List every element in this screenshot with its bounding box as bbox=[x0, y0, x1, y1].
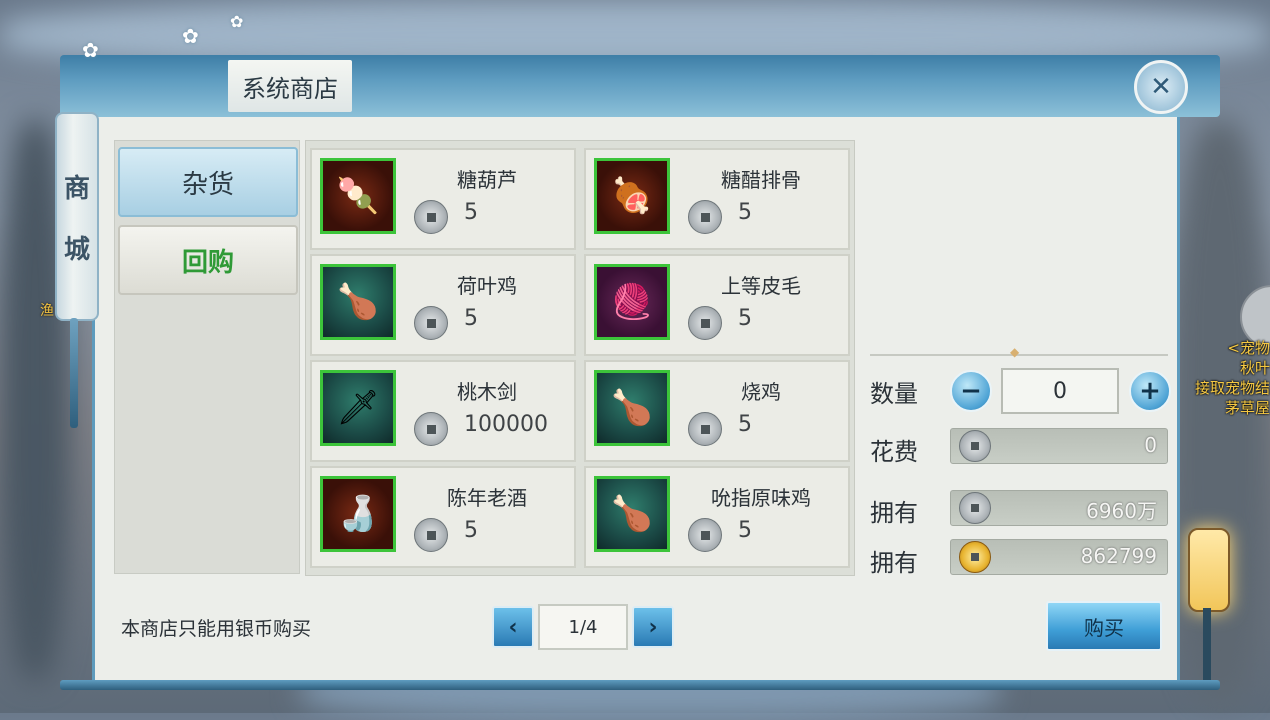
shop-item[interactable]: 🍡 糖葫芦 5 bbox=[310, 148, 576, 250]
quantity-increase-button[interactable]: + bbox=[1129, 370, 1171, 412]
page-number: 1/4 bbox=[568, 616, 598, 638]
shop-item[interactable]: 🍶 陈年老酒 5 bbox=[310, 466, 576, 568]
close-icon: ✕ bbox=[1150, 72, 1172, 102]
lotus-leaf-chicken-icon: 🍗 bbox=[320, 264, 396, 340]
peach-wood-sword-icon: 🗡 bbox=[320, 370, 396, 446]
shop-item[interactable]: 🍗 烧鸡 5 bbox=[584, 360, 850, 462]
item-name: 桃木剑 bbox=[457, 380, 517, 404]
buy-label: 购买 bbox=[1084, 615, 1124, 640]
item-price: 5 bbox=[464, 306, 478, 331]
silver-coin-icon bbox=[414, 306, 448, 340]
item-price: 5 bbox=[738, 518, 752, 543]
bottom-rail bbox=[60, 680, 1220, 690]
plus-icon: + bbox=[1139, 376, 1161, 406]
shop-item[interactable]: 🍗 吮指原味鸡 5 bbox=[584, 466, 850, 568]
scroll-char: 商 bbox=[63, 173, 90, 204]
tab-groceries[interactable]: 杂货 bbox=[118, 147, 298, 217]
owned-silver-value: 6960万 bbox=[1086, 499, 1157, 523]
next-page-button[interactable]: › bbox=[632, 606, 674, 648]
silver-coin-icon bbox=[688, 306, 722, 340]
lantern-decoration bbox=[1188, 528, 1230, 612]
lantern-pole bbox=[1203, 608, 1211, 688]
cost-label: 花费 bbox=[870, 438, 918, 466]
mall-scroll[interactable]: 商 城 bbox=[55, 112, 99, 321]
quantity-decrease-button[interactable]: − bbox=[950, 370, 992, 412]
chevron-right-icon: › bbox=[648, 614, 658, 640]
item-price: 5 bbox=[738, 306, 752, 331]
quantity-value: 0 bbox=[1053, 378, 1067, 404]
shop-item[interactable]: 🍗 荷叶鸡 5 bbox=[310, 254, 576, 356]
finger-licking-chicken-icon: 🍗 bbox=[594, 476, 670, 552]
item-price: 5 bbox=[464, 518, 478, 543]
fine-fur-icon: 🧶 bbox=[594, 264, 670, 340]
page-indicator: 1/4 bbox=[538, 604, 628, 650]
chevron-left-icon: ‹ bbox=[508, 614, 518, 640]
silver-coin-icon bbox=[414, 518, 448, 552]
quest-line: 秋叶 bbox=[1239, 359, 1270, 377]
scroll-rod bbox=[70, 318, 78, 428]
quest-tracker[interactable]: <宠物 秋叶 接取宠物结 茅草屋 bbox=[1195, 338, 1270, 418]
title-box: 系统商店 bbox=[228, 60, 352, 112]
roast-chicken-icon: 🍗 bbox=[594, 370, 670, 446]
tab-label: 回购 bbox=[181, 247, 234, 278]
item-price: 5 bbox=[738, 200, 752, 225]
owned-gold-value: 862799 bbox=[1080, 544, 1157, 568]
flower-icon: ✿ bbox=[82, 38, 99, 62]
item-price: 5 bbox=[738, 412, 752, 437]
shop-notice: 本商店只能用银币购买 bbox=[121, 618, 312, 640]
owned-silver-bar: 6960万 bbox=[950, 490, 1168, 526]
shop-item[interactable]: 🧶 上等皮毛 5 bbox=[584, 254, 850, 356]
quantity-input[interactable]: 0 bbox=[1001, 368, 1119, 414]
quantity-label: 数量 bbox=[870, 380, 918, 408]
cost-bar: 0 bbox=[950, 428, 1168, 464]
quest-line: <宠物 bbox=[1227, 339, 1270, 357]
item-price: 100000 bbox=[464, 412, 548, 437]
aged-wine-icon: 🍶 bbox=[320, 476, 396, 552]
flower-icon: ✿ bbox=[182, 24, 199, 48]
silver-coin-icon bbox=[688, 412, 722, 446]
shop-item[interactable]: 🍖 糖醋排骨 5 bbox=[584, 148, 850, 250]
close-button[interactable]: ✕ bbox=[1134, 60, 1188, 114]
silver-coin-icon bbox=[414, 412, 448, 446]
candied-haws-icon: 🍡 bbox=[320, 158, 396, 234]
gold-coin-icon bbox=[959, 541, 991, 573]
scroll-char: 城 bbox=[63, 234, 90, 265]
item-price: 5 bbox=[464, 200, 478, 225]
silver-coin-icon bbox=[959, 492, 991, 524]
quest-line: 接取宠物结 bbox=[1194, 379, 1270, 397]
item-name: 糖葫芦 bbox=[457, 168, 517, 192]
silver-coin-icon bbox=[688, 518, 722, 552]
owned-gold-bar: 862799 bbox=[950, 539, 1168, 575]
owned-silver-label: 拥有 bbox=[870, 499, 918, 527]
item-name: 糖醋排骨 bbox=[721, 168, 801, 192]
owned-gold-label: 拥有 bbox=[870, 549, 918, 577]
item-name: 荷叶鸡 bbox=[457, 274, 517, 298]
flower-icon: ✿ bbox=[230, 12, 244, 31]
item-name: 陈年老酒 bbox=[447, 486, 527, 510]
buy-button[interactable]: 购买 bbox=[1046, 601, 1162, 651]
shop-item[interactable]: 🗡 桃木剑 100000 bbox=[310, 360, 576, 462]
silver-coin-icon bbox=[414, 200, 448, 234]
item-name: 吮指原味鸡 bbox=[711, 486, 811, 510]
item-name: 上等皮毛 bbox=[721, 274, 801, 298]
prev-page-button[interactable]: ‹ bbox=[492, 606, 534, 648]
sweet-sour-ribs-icon: 🍖 bbox=[594, 158, 670, 234]
silver-coin-icon bbox=[688, 200, 722, 234]
cost-value: 0 bbox=[1144, 433, 1157, 457]
quest-line: 茅草屋 bbox=[1224, 399, 1270, 417]
side-text-left: 渔 bbox=[40, 303, 54, 319]
ornament-icon: ◆ bbox=[1010, 345, 1020, 359]
item-name: 烧鸡 bbox=[741, 380, 781, 404]
tab-repurchase[interactable]: 回购 bbox=[118, 225, 298, 295]
silver-coin-icon bbox=[959, 430, 991, 462]
minus-icon: − bbox=[960, 376, 982, 406]
tab-label: 杂货 bbox=[181, 169, 234, 200]
page-title: 系统商店 bbox=[242, 74, 338, 103]
